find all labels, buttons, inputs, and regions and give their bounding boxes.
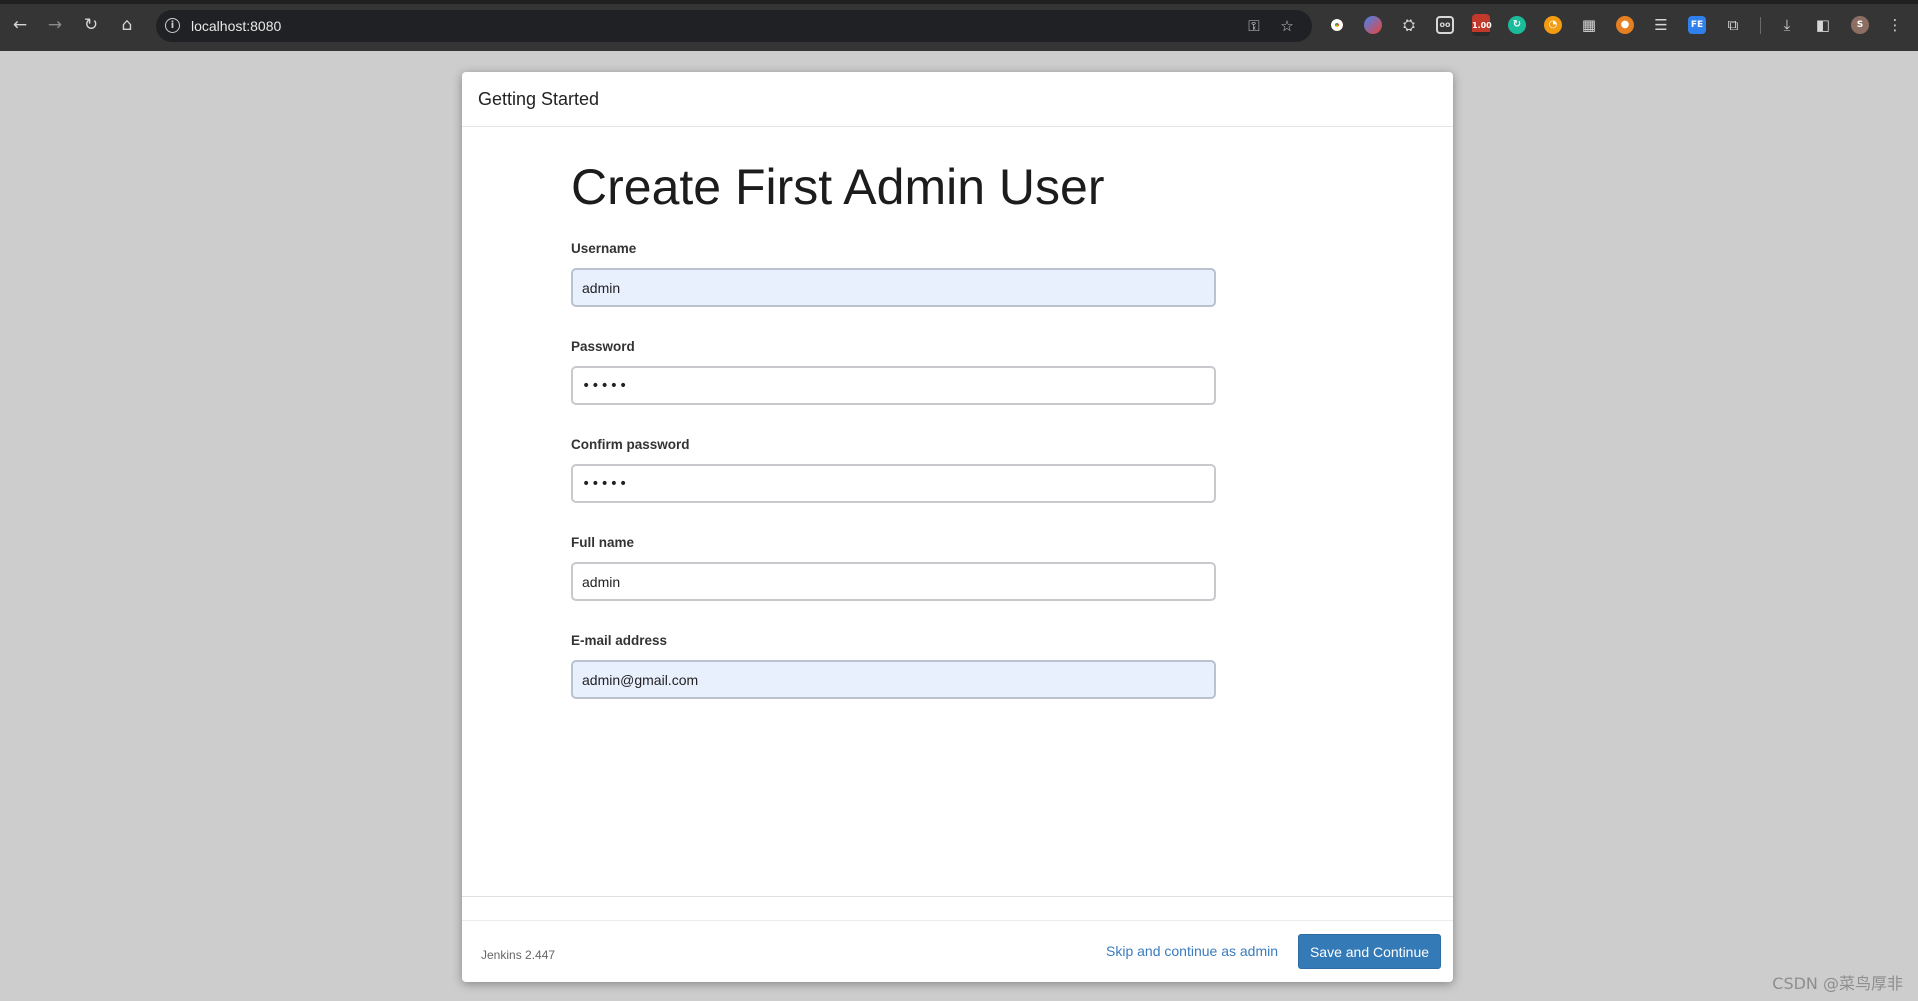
full-name-label: Full name xyxy=(571,535,635,550)
download-icon[interactable]: ⤓ xyxy=(1778,16,1796,34)
back-arrow-icon[interactable]: ← xyxy=(9,14,31,36)
extension-badge: 1.00 xyxy=(1472,19,1492,32)
clock-extension-icon[interactable]: ◔ xyxy=(1544,16,1562,34)
password-group: Password xyxy=(571,339,1216,405)
home-icon[interactable]: ⌂ xyxy=(116,14,138,36)
profile-initial: S xyxy=(1856,20,1864,30)
address-bar[interactable]: i localhost:8080 ⚿ ☆ xyxy=(156,10,1312,42)
footer-divider-inner xyxy=(462,920,1453,921)
reader-extension-icon[interactable]: oo xyxy=(1436,16,1454,34)
profile-avatar[interactable]: S xyxy=(1851,16,1869,34)
email-group: E-mail address xyxy=(571,633,1216,699)
setup-wizard-dialog: Getting Started Create First Admin User … xyxy=(462,72,1453,982)
footer-divider xyxy=(462,896,1453,897)
username-label: Username xyxy=(571,241,637,256)
side-panel-icon[interactable]: ◧ xyxy=(1814,16,1832,34)
dialog-body: Create First Admin User Username Passwor… xyxy=(571,158,1216,731)
reload-icon[interactable]: ↻ xyxy=(80,14,102,36)
forward-arrow-icon[interactable]: → xyxy=(44,14,66,36)
watermark: CSDN @菜鸟厚非 xyxy=(1772,974,1903,993)
speed-extension-icon[interactable]: 1.00 xyxy=(1472,14,1492,36)
bookmark-star-icon[interactable]: ☆ xyxy=(1277,16,1297,36)
password-label: Password xyxy=(571,339,635,354)
sync-extension-icon[interactable]: ↻ xyxy=(1508,16,1526,34)
jenkins-version: Jenkins 2.447 xyxy=(481,948,556,962)
full-name-input[interactable] xyxy=(571,562,1216,601)
email-input[interactable] xyxy=(571,660,1216,699)
dialog-header: Getting Started xyxy=(462,72,1453,127)
password-input[interactable] xyxy=(571,366,1216,405)
username-input[interactable] xyxy=(571,268,1216,307)
admin-user-form: Username Password Confirm password Full … xyxy=(571,241,1216,699)
full-name-group: Full name xyxy=(571,535,1216,601)
confirm-password-group: Confirm password xyxy=(571,437,1216,503)
chrome-extension-icon[interactable] xyxy=(1328,16,1346,34)
translate-extension-icon[interactable]: ⛭ xyxy=(1400,16,1418,34)
tab-strip xyxy=(0,0,1918,4)
more-menu-icon[interactable]: ⋮ xyxy=(1886,16,1904,34)
puzzle-extensions-icon[interactable]: ⧉ xyxy=(1724,16,1742,34)
color-picker-extension-icon[interactable] xyxy=(1364,16,1382,34)
confirm-password-input[interactable] xyxy=(571,464,1216,503)
email-label: E-mail address xyxy=(571,633,668,648)
username-group: Username xyxy=(571,241,1216,307)
fehelper-extension-icon[interactable]: FE xyxy=(1688,16,1706,34)
browser-toolbar: ← → ↻ ⌂ i localhost:8080 ⚿ ☆ ⛭ oo 1.00 ↻… xyxy=(0,0,1918,51)
skip-continue-link[interactable]: Skip and continue as admin xyxy=(1106,943,1278,959)
qr-code-extension-icon[interactable]: ▦ xyxy=(1580,16,1598,34)
url-text[interactable]: localhost:8080 xyxy=(191,10,281,42)
confirm-password-label: Confirm password xyxy=(571,437,690,452)
toolbar-divider xyxy=(1760,17,1761,34)
dialog-header-title: Getting Started xyxy=(478,89,600,109)
key-icon[interactable]: ⚿ xyxy=(1244,16,1264,36)
save-and-continue-button[interactable]: Save and Continue xyxy=(1298,934,1441,969)
menu-extension-icon[interactable]: ☰ xyxy=(1652,16,1670,34)
page-title: Create First Admin User xyxy=(571,159,1105,215)
cookie-extension-icon[interactable]: ● xyxy=(1616,16,1634,34)
site-info-icon[interactable]: i xyxy=(165,18,180,33)
